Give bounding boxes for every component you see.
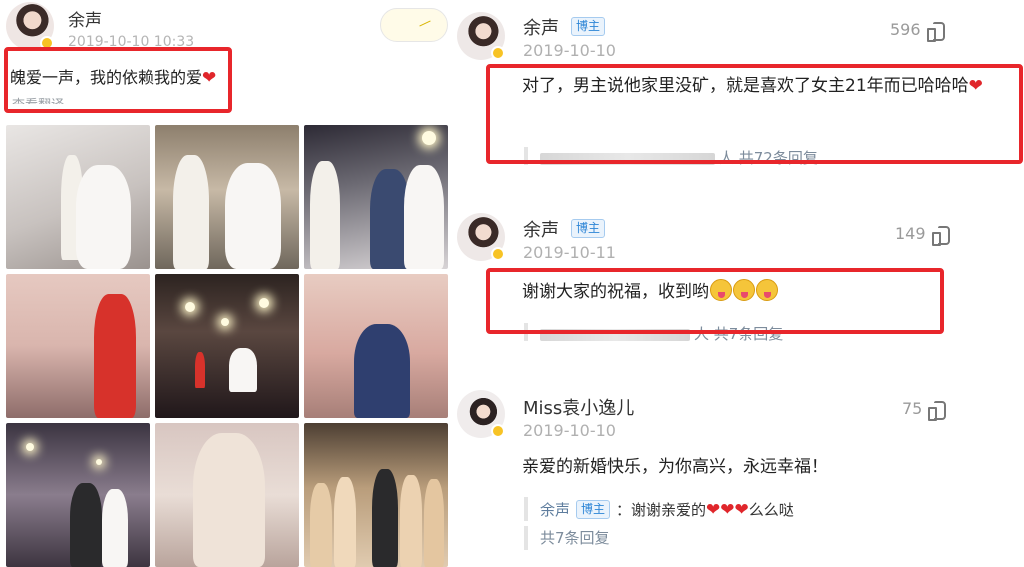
follow-sticker-icon[interactable] — [380, 8, 448, 42]
reply-summary[interactable]: 人 共7条回复 — [524, 323, 784, 343]
wedding-photo[interactable] — [6, 423, 150, 567]
commenter-name[interactable]: 余声 — [523, 216, 559, 242]
blurred-usernames — [540, 152, 715, 165]
wedding-photo[interactable] — [155, 125, 299, 269]
post-timestamp: 2019-10-10 10:33 — [68, 34, 195, 50]
translate-link[interactable]: 查看翻译 — [12, 94, 64, 104]
like-count: 75 — [902, 399, 923, 418]
comment-text: 对了，男主说他家里没矿，就是喜欢了女主21年而已哈哈哈❤ — [522, 71, 1024, 102]
heart-icon: ❤ — [202, 68, 217, 88]
blurred-usernames — [540, 328, 690, 341]
verified-icon — [491, 46, 505, 60]
wedding-photo[interactable] — [304, 125, 448, 269]
reply-summary[interactable]: 共7条回复 — [524, 526, 610, 550]
thumbs-up-icon — [928, 400, 947, 421]
post-text: 魄爱一声，我的依赖我的爱❤ — [10, 64, 216, 88]
heart-icons: ❤❤❤ — [706, 499, 749, 520]
photo-grid — [6, 125, 448, 567]
comment-text-content: 谢谢大家的祝福，收到哟 — [522, 282, 709, 302]
reply-text-content: ：谢谢亲爱的 — [616, 500, 707, 519]
comment-text-content: 对了，男主说他家里没矿，就是喜欢了女主21年而已哈哈哈 — [522, 76, 969, 96]
thumbs-up-icon — [931, 225, 950, 246]
like-button[interactable]: 75 — [902, 399, 947, 421]
commenter-name[interactable]: Miss袁小逸儿 — [523, 394, 634, 420]
wedding-photo[interactable] — [6, 274, 150, 418]
wedding-photo[interactable] — [155, 274, 299, 418]
weibo-post: 余声 2019-10-10 10:33 魄爱一声，我的依赖我的爱❤ 查看翻译 — [0, 0, 455, 567]
wedding-photo[interactable] — [155, 423, 299, 567]
wedding-photo[interactable] — [304, 274, 448, 418]
post-author-name[interactable]: 余声 — [68, 6, 102, 31]
author-badge: 博主 — [576, 499, 611, 519]
comment-text: 亲爱的新婚快乐，为你高兴，永远幸福！ — [522, 457, 828, 477]
comment-list: 余声 博主 2019-10-10 596 对了，男主说他家里没矿，就是喜欢了女主… — [455, 0, 1024, 567]
comment-date: 2019-10-11 — [523, 243, 616, 262]
author-reply[interactable]: 余声 博主 ：谢谢亲爱的❤❤❤么么哒 — [524, 497, 794, 521]
laughing-emoji-icon — [756, 279, 778, 301]
laughing-emoji-icon — [733, 279, 755, 301]
comment-date: 2019-10-10 — [523, 421, 616, 440]
author-badge: 博主 — [571, 219, 606, 238]
reply-summary[interactable]: 人 共72条回复 — [524, 147, 818, 165]
comment-text: 谢谢大家的祝福，收到哟 — [522, 277, 778, 308]
thumbs-up-icon — [926, 21, 945, 42]
verified-icon — [491, 247, 505, 261]
heart-icon: ❤ — [968, 76, 983, 96]
laughing-emoji-icon — [710, 279, 732, 301]
wedding-photo[interactable] — [6, 125, 150, 269]
reply-count: 人 共7条回复 — [694, 325, 784, 343]
like-button[interactable]: 596 — [890, 20, 945, 42]
reply-text-tail: 么么哒 — [748, 500, 794, 519]
commenter-name[interactable]: 余声 — [523, 14, 559, 40]
author-badge: 博主 — [571, 17, 606, 36]
reply-text: ：谢谢亲爱的❤❤❤么么哒 — [616, 499, 794, 520]
like-count: 149 — [895, 224, 926, 243]
verified-icon — [40, 36, 54, 50]
post-text-content: 魄爱一声，我的依赖我的爱 — [10, 68, 203, 87]
wedding-photo[interactable] — [304, 423, 448, 567]
verified-icon — [491, 424, 505, 438]
reply-author-name[interactable]: 余声 — [540, 499, 570, 520]
reply-count: 共7条回复 — [540, 529, 610, 547]
like-count: 596 — [890, 20, 921, 39]
comment-date: 2019-10-10 — [523, 41, 616, 60]
like-button[interactable]: 149 — [895, 224, 950, 246]
reply-count: 人 共72条回复 — [719, 149, 818, 165]
